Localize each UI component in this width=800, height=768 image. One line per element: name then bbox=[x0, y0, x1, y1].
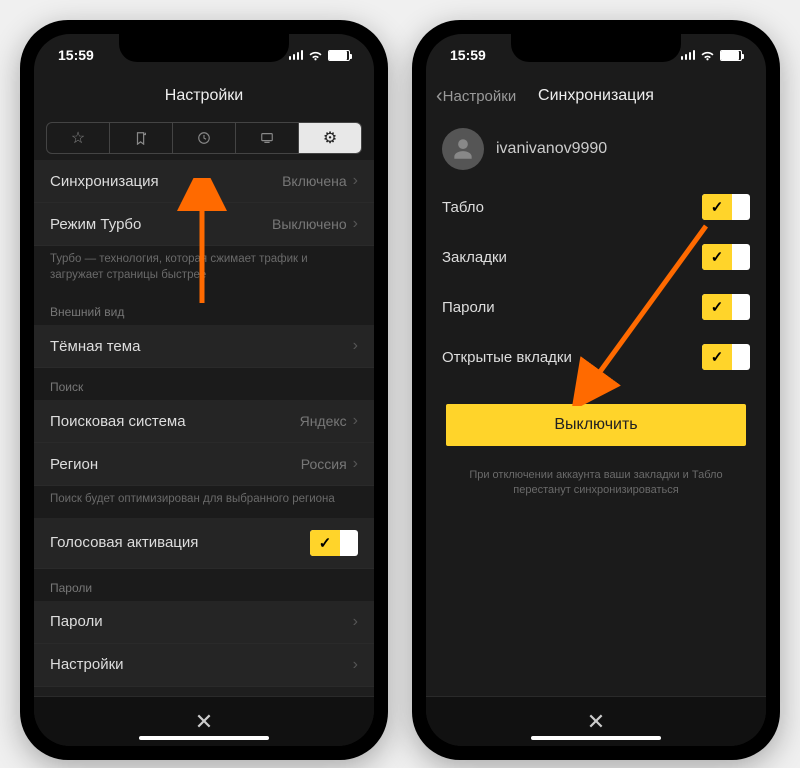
back-label: Настройки bbox=[443, 88, 517, 105]
time: 15:59 bbox=[58, 47, 94, 63]
close-icon: ✕ bbox=[195, 709, 213, 735]
row-privacy[interactable]: Конфиденциальность bbox=[34, 687, 374, 696]
notch bbox=[511, 34, 681, 62]
phone-left: 15:59 Настройки ☆ ⚙ Синхронизация Включе… bbox=[20, 20, 388, 760]
wifi-icon bbox=[308, 50, 323, 61]
section-passwords: Пароли bbox=[34, 569, 374, 601]
row-label: Голосовая активация bbox=[50, 534, 198, 551]
wifi-icon bbox=[700, 50, 715, 61]
sync-item-tablo: Табло bbox=[426, 182, 766, 232]
row-value: Россия bbox=[301, 456, 347, 472]
signal-icon bbox=[289, 50, 304, 60]
row-value: Яндекс bbox=[300, 413, 347, 429]
chevron-right-icon: › bbox=[353, 215, 358, 233]
toggle-passwords[interactable] bbox=[702, 294, 750, 320]
row-darktheme[interactable]: Тёмная тема › bbox=[34, 325, 374, 368]
user-row[interactable]: ivanivanov9990 bbox=[426, 116, 766, 182]
tab-history[interactable] bbox=[173, 123, 236, 153]
chevron-right-icon: › bbox=[353, 172, 358, 190]
row-engine[interactable]: Поисковая система Яндекс › bbox=[34, 400, 374, 443]
row-label: Регион bbox=[50, 456, 98, 473]
row-value: Выключено bbox=[272, 216, 347, 232]
row-sync[interactable]: Синхронизация Включена › bbox=[34, 160, 374, 203]
home-indicator bbox=[531, 736, 661, 740]
avatar bbox=[442, 128, 484, 170]
notch bbox=[119, 34, 289, 62]
row-label: Настройки bbox=[50, 656, 124, 673]
tab-bookmarks[interactable] bbox=[110, 123, 173, 153]
row-label: Поисковая система bbox=[50, 413, 186, 430]
sync-label: Закладки bbox=[442, 249, 507, 266]
button-label: Выключить bbox=[554, 416, 637, 434]
chevron-right-icon: › bbox=[353, 412, 358, 430]
sync-label: Табло bbox=[442, 199, 484, 216]
gear-icon: ⚙ bbox=[323, 128, 337, 148]
signal-icon bbox=[681, 50, 696, 60]
chevron-right-icon: › bbox=[353, 613, 358, 631]
turbo-hint: Турбо — технология, которая сжимает траф… bbox=[34, 246, 374, 293]
battery-icon bbox=[328, 50, 350, 61]
back-button[interactable]: ‹ Настройки bbox=[436, 85, 516, 108]
sync-item-passwords: Пароли bbox=[426, 282, 766, 332]
row-label: Синхронизация bbox=[50, 173, 159, 190]
sync-item-tabs: Открытые вкладки bbox=[426, 332, 766, 382]
disable-button[interactable]: Выключить bbox=[446, 404, 746, 446]
row-label: Пароли bbox=[50, 613, 103, 630]
time: 15:59 bbox=[450, 47, 486, 63]
tab-devices[interactable] bbox=[236, 123, 299, 153]
voice-toggle[interactable] bbox=[310, 530, 358, 556]
phone-right: 15:59 ‹ Настройки Синхронизация ivanivan… bbox=[412, 20, 780, 760]
sync-label: Пароли bbox=[442, 299, 495, 316]
row-region[interactable]: Регион Россия › bbox=[34, 443, 374, 486]
row-label: Тёмная тема bbox=[50, 338, 140, 355]
chevron-right-icon: › bbox=[353, 337, 358, 355]
section-appearance: Внешний вид bbox=[34, 293, 374, 325]
toggle-tabs[interactable] bbox=[702, 344, 750, 370]
tab-settings[interactable]: ⚙ bbox=[299, 123, 361, 153]
page-title: Синхронизация bbox=[538, 87, 654, 105]
tab-favorites[interactable]: ☆ bbox=[47, 123, 110, 153]
row-value: Включена bbox=[282, 173, 347, 189]
toggle-tablo[interactable] bbox=[702, 194, 750, 220]
username: ivanivanov9990 bbox=[496, 140, 607, 158]
row-turbo[interactable]: Режим Турбо Выключено › bbox=[34, 203, 374, 246]
sync-item-bookmarks: Закладки bbox=[426, 232, 766, 282]
tabbar: ☆ ⚙ bbox=[46, 122, 362, 154]
chevron-left-icon: ‹ bbox=[436, 85, 443, 108]
row-voice[interactable]: Голосовая активация bbox=[34, 518, 374, 569]
chevron-right-icon: › bbox=[353, 656, 358, 674]
battery-icon bbox=[720, 50, 742, 61]
close-icon: ✕ bbox=[587, 709, 605, 735]
section-search: Поиск bbox=[34, 368, 374, 400]
toggle-bookmarks[interactable] bbox=[702, 244, 750, 270]
row-passwords[interactable]: Пароли › bbox=[34, 601, 374, 644]
page-title: Настройки bbox=[34, 76, 374, 116]
row-settings[interactable]: Настройки › bbox=[34, 644, 374, 687]
row-label: Режим Турбо bbox=[50, 216, 141, 233]
search-hint: Поиск будет оптимизирован для выбранного… bbox=[34, 486, 374, 518]
chevron-right-icon: › bbox=[353, 455, 358, 473]
disable-note: При отключении аккаунта ваши закладки и … bbox=[426, 468, 766, 499]
sync-label: Открытые вкладки bbox=[442, 349, 572, 366]
home-indicator bbox=[139, 736, 269, 740]
